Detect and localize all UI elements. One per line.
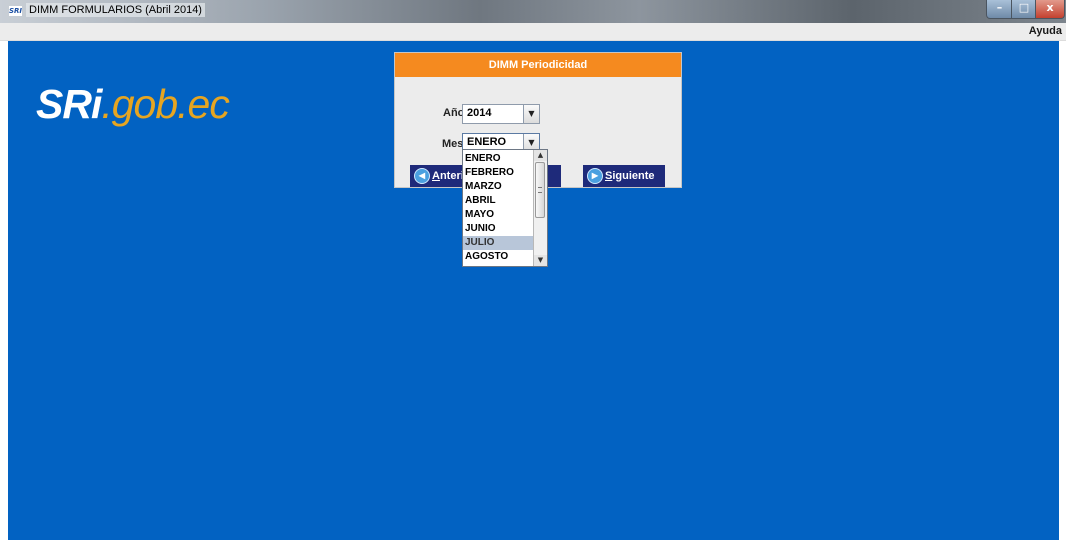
dropdown-scrollbar[interactable]: ▲ ▼	[533, 150, 547, 266]
chevron-down-icon[interactable]: ▼	[523, 105, 539, 123]
month-option[interactable]: JUNIO	[463, 222, 533, 236]
month-option[interactable]: MAYO	[463, 208, 533, 222]
sri-logo: SRi.gob.ec	[36, 81, 230, 128]
circle-left-arrow-icon: ◀	[414, 168, 430, 184]
month-option[interactable]: FEBRERO	[463, 166, 533, 180]
maximize-button[interactable]: □	[1011, 0, 1037, 19]
grip-icon	[538, 187, 542, 193]
month-option-highlighted[interactable]: JULIO	[463, 236, 533, 250]
circle-right-arrow-icon: ▶	[587, 168, 603, 184]
scroll-up-icon[interactable]: ▲	[534, 150, 547, 161]
anterior-mnemonic: A	[432, 170, 440, 182]
title-bar: SRI DIMM FORMULARIOS (Abril 2014) – □ x	[0, 0, 1066, 23]
logo-part-sri: SRi	[36, 81, 102, 127]
scrollbar-thumb[interactable]	[535, 162, 545, 218]
menu-item-ayuda[interactable]: Ayuda	[1029, 25, 1062, 37]
window-title: DIMM FORMULARIOS (Abril 2014)	[26, 3, 205, 17]
dialog-title: DIMM Periodicidad	[395, 53, 681, 77]
scroll-down-icon[interactable]: ▼	[534, 255, 547, 266]
siguiente-label: iguiente	[612, 170, 655, 182]
anio-value: 2014	[467, 107, 492, 119]
month-option[interactable]: ENERO	[463, 152, 533, 166]
anio-select[interactable]: 2014 ▼	[462, 104, 540, 124]
minimize-button[interactable]: –	[986, 0, 1013, 19]
month-option[interactable]: MARZO	[463, 180, 533, 194]
main-canvas: SRi.gob.ec DIMM Periodicidad Año: 2014 ▼…	[8, 41, 1059, 540]
close-button[interactable]: x	[1035, 0, 1065, 19]
app-icon: SRI	[9, 6, 23, 16]
month-option[interactable]: AGOSTO	[463, 250, 533, 264]
anterior-button[interactable]: ◀ Anterio	[410, 165, 471, 187]
mes-value: ENERO	[467, 136, 507, 148]
logo-part-gob: .gob.ec	[101, 81, 229, 127]
months-dropdown-list[interactable]: ENERO FEBRERO MARZO ABRIL MAYO JUNIO JUL…	[462, 149, 548, 267]
menu-bar: Ayuda	[0, 23, 1066, 41]
month-option[interactable]: ABRIL	[463, 194, 533, 208]
siguiente-button[interactable]: ▶ Siguiente	[583, 165, 665, 187]
